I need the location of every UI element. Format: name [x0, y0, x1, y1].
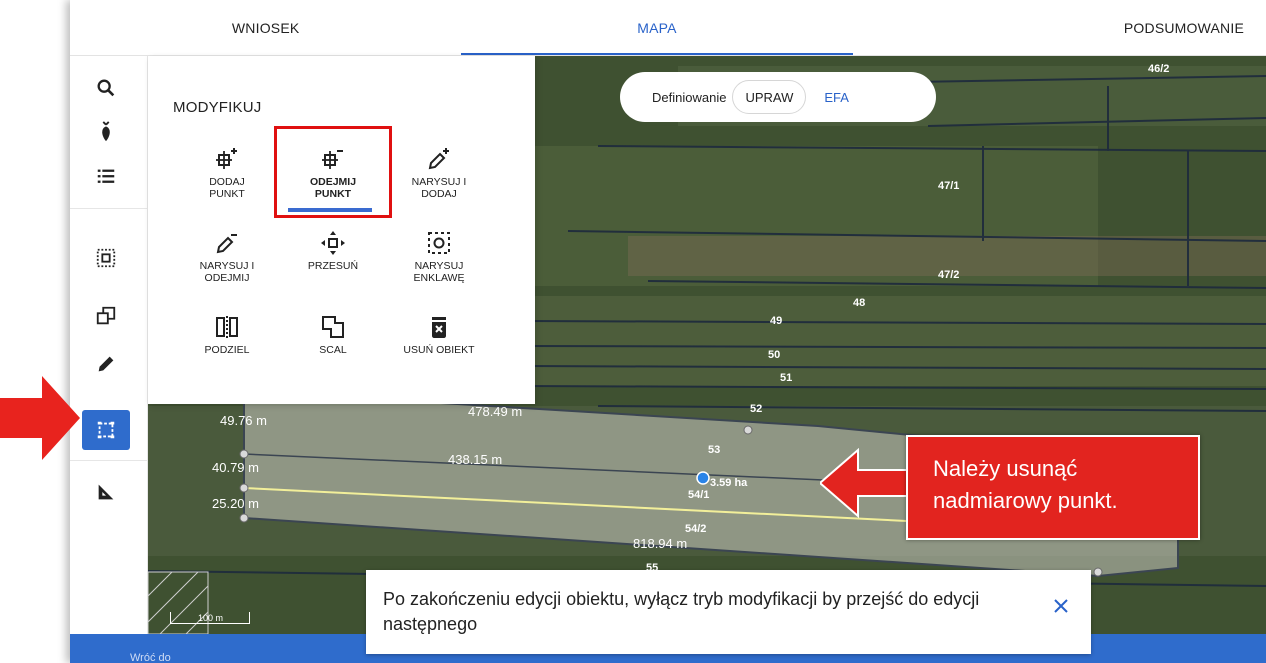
tab-podsumowanie[interactable]: PODSUMOWANIE — [853, 0, 1266, 55]
map-label: 51 — [780, 372, 792, 384]
callout-arrow — [820, 448, 920, 518]
tool-merge[interactable]: SCAL — [278, 310, 388, 356]
map-measurement: 25.20 m — [212, 496, 259, 511]
search-button[interactable] — [82, 68, 130, 108]
map-label: 52 — [750, 403, 762, 415]
tool-add-point[interactable]: DODAJ PUNKT — [172, 142, 282, 200]
select-area-icon — [96, 248, 116, 268]
measure-button[interactable] — [82, 472, 130, 512]
add-point-icon — [216, 148, 237, 169]
map-label: 46/2 — [1148, 63, 1169, 75]
crops-button[interactable] — [82, 112, 130, 152]
modify-button[interactable] — [82, 410, 130, 450]
pencil-icon — [98, 356, 114, 372]
list-button[interactable] — [82, 156, 130, 196]
back-link[interactable]: Wróć do — [130, 652, 171, 663]
merge-icon — [322, 316, 344, 338]
left-toolbar — [70, 56, 148, 634]
enclave-icon — [428, 232, 450, 254]
map-label: 54/1 — [688, 489, 709, 501]
map-label: 47/2 — [938, 269, 959, 281]
tool-draw-add[interactable]: NARYSUJ I DODAJ — [384, 142, 494, 200]
tab-mapa[interactable]: MAPA — [461, 0, 853, 55]
info-text: Po zakończeniu edycji obiektu, wyłącz tr… — [383, 589, 980, 634]
draw-add-icon — [428, 148, 449, 170]
pointer-arrow — [0, 376, 80, 460]
modify-panel-title: MODYFIKUJ — [173, 99, 262, 116]
map-measurement: 40.79 m — [212, 460, 259, 475]
draw-button[interactable] — [82, 344, 130, 384]
callout-line: Należy usunąć — [933, 456, 1078, 481]
draw-subtract-icon — [216, 234, 237, 254]
map-label: 47/1 — [938, 180, 959, 192]
tool-label: PRZESUŃ — [307, 260, 359, 272]
tool-label: PODZIEL — [204, 344, 250, 356]
copy-shape-button[interactable] — [82, 296, 130, 336]
tool-delete-object[interactable]: USUŃ OBIEKT — [384, 310, 494, 356]
map-measurement: 478.49 m — [468, 404, 522, 419]
tab-bar: WNIOSEK MAPA PODSUMOWANIE — [70, 0, 1266, 56]
tool-label: NARYSUJ I ODEJMIJ — [199, 260, 255, 284]
map-measurement: 438.15 m — [448, 452, 502, 467]
info-notification: Po zakończeniu edycji obiektu, wyłącz tr… — [366, 570, 1091, 654]
area-label: 3.59 ha — [710, 477, 748, 489]
move-icon — [321, 231, 345, 255]
tool-label: NARYSUJ ENKLAWĘ — [413, 260, 465, 284]
map-label: 54/2 — [685, 523, 706, 535]
callout-line: nadmiarowy punkt. — [933, 488, 1118, 513]
definition-option-upraw[interactable]: UPRAW — [732, 80, 807, 114]
annotation-callout: Należy usunąć nadmiarowy punkt. — [906, 435, 1200, 540]
toolbar-divider — [70, 460, 148, 461]
tab-wniosek[interactable]: WNIOSEK — [70, 0, 461, 55]
definition-option-efa[interactable]: EFA — [824, 90, 849, 105]
map-label: 53 — [708, 444, 720, 456]
tool-label: NARYSUJ I DODAJ — [411, 176, 467, 200]
annotation-highlight-box — [274, 126, 392, 218]
tool-label: DODAJ PUNKT — [209, 176, 245, 200]
definition-switcher: Definiowanie UPRAW EFA — [620, 72, 936, 122]
app-window: WNIOSEK MAPA PODSUMOWANIE 46/2 47/1 47/2… — [70, 0, 1266, 663]
tool-label: USUŃ OBIEKT — [403, 344, 475, 356]
map-measurement: 818.94 m — [633, 536, 687, 551]
toolbar-divider — [70, 208, 148, 209]
tool-label: SCAL — [319, 344, 347, 356]
tool-enclave[interactable]: NARYSUJ ENKLAWĘ — [384, 226, 494, 284]
copy-shape-icon — [96, 306, 116, 325]
map-label: 50 — [768, 349, 780, 361]
modify-icon — [97, 421, 115, 439]
map-label: 48 — [853, 297, 865, 309]
list-icon — [97, 169, 115, 183]
select-area-button[interactable] — [82, 238, 130, 278]
tool-split[interactable]: PODZIEL — [172, 310, 282, 356]
ruler-icon — [98, 484, 114, 500]
definition-label: Definiowanie — [652, 89, 727, 105]
search-icon — [97, 79, 115, 97]
map-measurement: 49.76 m — [220, 413, 267, 428]
map-label: 49 — [770, 315, 782, 327]
modify-panel: MODYFIKUJ DODAJ PUNKT ODEJMIJ PUNKT NARY… — [148, 56, 535, 404]
plant-icon — [102, 121, 110, 142]
close-button[interactable] — [1049, 594, 1073, 618]
close-icon — [1054, 599, 1068, 613]
tool-draw-subtract[interactable]: NARYSUJ I ODEJMIJ — [172, 226, 282, 284]
tool-move[interactable]: PRZESUŃ — [278, 226, 388, 272]
delete-icon — [432, 317, 446, 338]
split-icon — [216, 316, 238, 338]
scale-label: 100 m — [198, 613, 224, 623]
